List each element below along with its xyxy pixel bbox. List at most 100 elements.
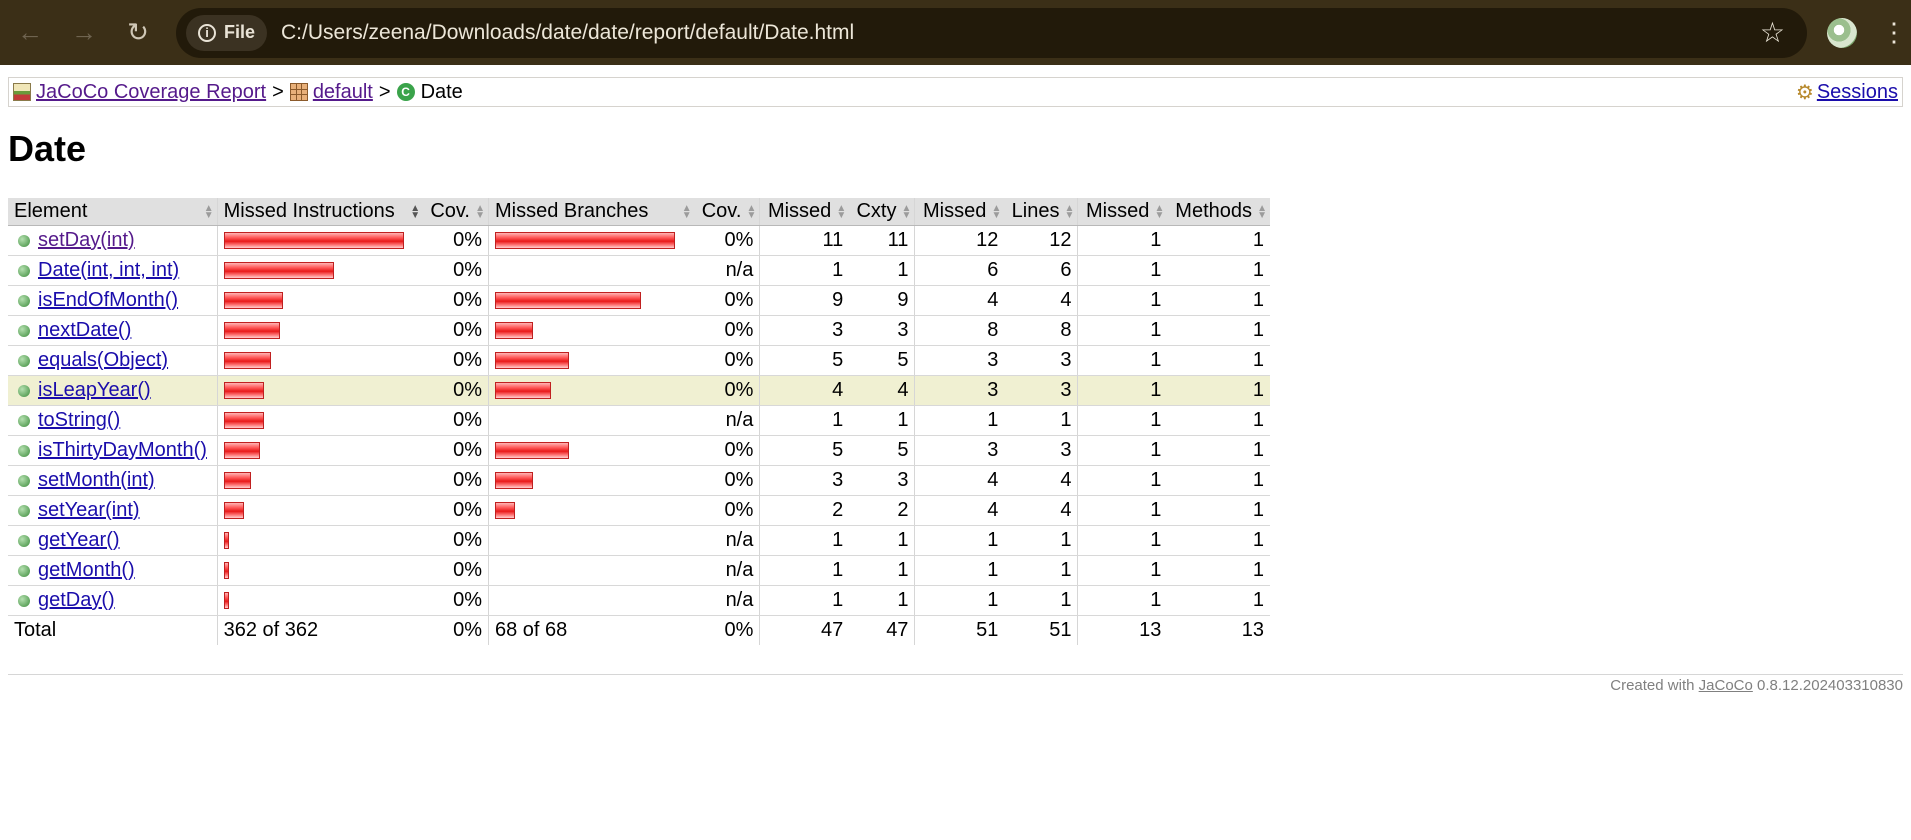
total-branch-cov: 0% [724,619,754,641]
cxty: 5 [849,435,915,466]
missed-branches-bar-cell [487,345,695,376]
missed-lines: 1 [914,405,1005,436]
method-icon [18,564,30,577]
missed-branches-bar [494,322,533,339]
missed-methods: 1 [1077,495,1168,526]
missed-cxty: 4 [759,375,850,406]
methods: 1 [1167,315,1270,346]
instr-cov: 0% [423,585,489,616]
header-missed-instructions[interactable]: Missed Instructions ▲ ▼ [216,198,424,226]
element-cell: setMonth(int) [8,465,218,496]
missed-methods: 1 [1077,225,1168,256]
methods: 1 [1167,465,1270,496]
missed-branches-bar-cell [487,375,695,406]
missed-instructions-bar-cell [216,225,424,256]
missed-methods: 1 [1077,585,1168,616]
method-link[interactable]: getMonth() [38,559,135,581]
total-missed-lines: 51 [914,615,1005,645]
breadcrumb-report-link[interactable]: JaCoCo Coverage Report [36,81,266,104]
total-lines: 51 [1049,619,1072,641]
method-link[interactable]: setYear(int) [38,499,140,521]
header-lines[interactable]: Lines ▲ ▼ [1004,198,1078,226]
method-icon [18,474,30,487]
total-cxty: 47 [886,619,909,641]
header-missed-branches[interactable]: Missed Branches ▲ ▼ [487,198,695,226]
header-element[interactable]: Element ▲ ▼ [8,198,218,226]
missed-instructions-bar [223,412,264,429]
branch-cov: 0% [694,315,760,346]
header-cxty[interactable]: Cxty ▲ ▼ [849,198,915,226]
reload-button[interactable]: ↻ [118,13,158,53]
breadcrumb-separator: > [272,80,284,103]
branch-cov: 0% [694,375,760,406]
method-link[interactable]: equals(Object) [38,349,168,371]
cxty: 3 [849,465,915,496]
header-instr-cov[interactable]: Cov. ▲ ▼ [423,198,489,226]
missed-methods: 1 [1077,315,1168,346]
cxty: 1 [849,525,915,556]
missed-instructions-bar-cell [216,555,424,586]
header-branch-cov[interactable]: Cov. ▲ ▼ [694,198,760,226]
breadcrumb-package-link[interactable]: default [313,81,373,104]
method-link[interactable]: setMonth(int) [38,469,155,491]
missed-branches-bar-cell [487,435,695,466]
method-link[interactable]: isEndOfMonth() [38,289,178,311]
address-bar[interactable]: i File C:/Users/zeena/Downloads/date/dat… [176,7,1807,58]
missed-methods: 1 [1077,345,1168,376]
sessions-link[interactable]: Sessions [1817,81,1898,104]
cxty: 1 [849,405,915,436]
cxty: 1 [849,555,915,586]
url-text[interactable]: C:/Users/zeena/Downloads/date/date/repor… [281,21,1760,45]
branch-cov: n/a [694,255,760,286]
lines: 1 [1004,525,1078,556]
methods: 1 [1167,555,1270,586]
method-link[interactable]: Date(int, int, int) [38,259,179,281]
header-methods[interactable]: Methods ▲ ▼ [1167,198,1270,226]
method-link[interactable]: toString() [38,409,120,431]
missed-branches-bar-cell [487,525,695,556]
footer-jacoco-link[interactable]: JaCoCo [1699,677,1753,694]
method-link[interactable]: isLeapYear() [38,379,151,401]
sort-desc-icon: ▲ ▼ [410,202,421,221]
class-icon: C [396,83,415,101]
arrow-left-icon: ← [17,17,43,47]
sort-icon: ▲ ▼ [475,202,485,221]
star-icon[interactable]: ☆ [1760,16,1785,49]
method-link[interactable]: setDay(int) [38,229,135,251]
element-cell: getDay() [8,585,218,616]
method-link[interactable]: getYear() [38,529,120,551]
forward-button[interactable]: → [64,13,104,53]
missed-instructions-bar [223,352,271,369]
back-button[interactable]: ← [10,13,50,53]
footer-version: 0.8.12.202403310830 [1757,677,1903,694]
missed-methods: 1 [1077,465,1168,496]
missed-instructions-bar [223,262,334,279]
instr-cov: 0% [423,555,489,586]
methods: 1 [1167,585,1270,616]
table-row: getDay() 0% n/a 1 1 1 1 1 1 [8,585,1270,616]
header-missed-methods[interactable]: Missed ▲ ▼ [1077,198,1168,226]
missed-instructions-bar-cell [216,405,424,436]
cxty: 3 [849,315,915,346]
site-info-chip[interactable]: i File [186,14,268,51]
missed-instructions-bar-cell [216,285,424,316]
element-cell: Date(int, int, int) [8,255,218,286]
footer-prefix: Created with [1610,677,1695,694]
kebab-menu-icon[interactable]: ⋮ [1881,17,1907,48]
method-link[interactable]: getDay() [38,589,115,611]
header-missed-lines[interactable]: Missed ▲ ▼ [914,198,1005,226]
method-icon [18,294,30,307]
missed-lines: 3 [914,435,1005,466]
missed-instructions-bar [223,502,244,519]
lines: 4 [1004,495,1078,526]
missed-cxty: 1 [759,405,850,436]
sort-icon: ▲ ▼ [681,202,692,221]
lines: 6 [1004,255,1078,286]
profile-avatar[interactable] [1827,17,1857,48]
element-cell: isEndOfMonth() [8,285,218,316]
missed-branches-bar-cell [487,405,695,436]
missed-lines: 4 [914,285,1005,316]
header-missed-cxty[interactable]: Missed ▲ ▼ [759,198,850,226]
method-link[interactable]: isThirtyDayMonth() [38,439,207,461]
method-link[interactable]: nextDate() [38,319,131,341]
